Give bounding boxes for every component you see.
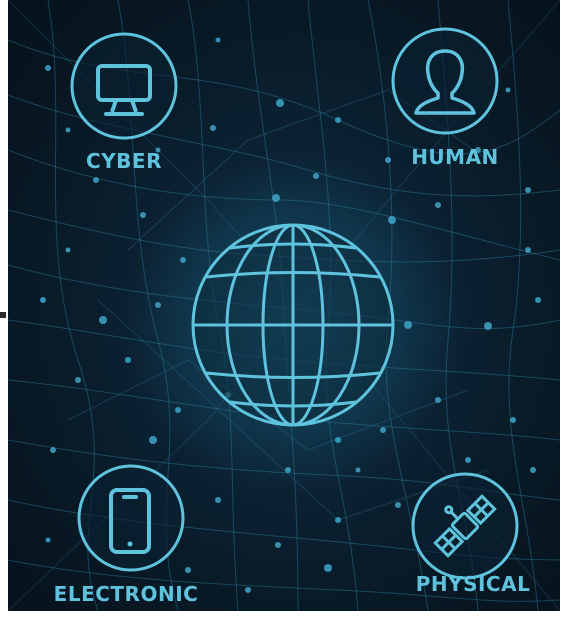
network-dot xyxy=(175,407,181,413)
network-dot xyxy=(525,187,531,193)
network-dot xyxy=(465,457,471,463)
network-dot xyxy=(285,467,291,473)
network-dot xyxy=(215,37,221,43)
human-ring xyxy=(391,27,499,135)
network-dot xyxy=(385,157,391,163)
network-illustration: CYBER HUMAN ELECTRONIC PHYSICAL xyxy=(8,0,560,611)
network-dot xyxy=(99,316,107,324)
network-dot xyxy=(335,517,341,523)
network-dot xyxy=(149,436,157,444)
electronic-label: ELECTRONIC xyxy=(54,582,199,606)
network-dot xyxy=(45,65,51,71)
electronic-node: ELECTRONIC xyxy=(54,464,199,606)
physical-ring xyxy=(411,472,519,580)
network-dot xyxy=(272,194,280,202)
network-dot xyxy=(185,567,191,573)
human-node: HUMAN xyxy=(391,27,499,169)
network-dot xyxy=(525,247,531,253)
edge-marker xyxy=(0,312,6,318)
network-dot xyxy=(510,417,516,423)
network-dot xyxy=(75,377,81,383)
network-dot xyxy=(388,216,396,224)
network-dot xyxy=(45,537,51,543)
network-dot xyxy=(324,564,332,572)
network-dot xyxy=(505,87,511,93)
cyber-label: CYBER xyxy=(86,149,162,173)
network-dot xyxy=(530,467,536,473)
network-dot xyxy=(65,127,71,133)
network-dot xyxy=(380,427,386,433)
network-dot xyxy=(313,173,319,179)
network-dot xyxy=(140,212,146,218)
network-dot xyxy=(210,125,216,131)
network-dot xyxy=(335,117,341,123)
network-dot xyxy=(50,447,56,453)
physical-label: PHYSICAL xyxy=(416,572,531,596)
network-dot xyxy=(535,297,541,303)
network-dot xyxy=(155,302,161,308)
cyber-node: CYBER xyxy=(70,32,178,173)
network-dot xyxy=(395,502,401,508)
network-dot xyxy=(40,297,46,303)
network-dot xyxy=(93,177,99,183)
illustration-frame: CYBER HUMAN ELECTRONIC PHYSICAL xyxy=(8,0,560,611)
cyber-ring xyxy=(70,32,178,140)
network-dot xyxy=(404,321,412,329)
network-dot xyxy=(180,257,186,263)
network-dot xyxy=(125,357,131,363)
network-dot xyxy=(65,247,71,253)
network-dot xyxy=(335,437,341,443)
network-dot xyxy=(355,467,361,473)
physical-node: PHYSICAL xyxy=(411,472,531,596)
network-dot xyxy=(435,202,441,208)
electronic-ring xyxy=(77,464,185,572)
network-dot xyxy=(215,497,221,503)
network-dot xyxy=(484,322,492,330)
globe-icon xyxy=(191,223,395,427)
network-dot xyxy=(245,587,251,593)
network-dot xyxy=(276,99,284,107)
human-label: HUMAN xyxy=(411,145,499,169)
network-dot xyxy=(275,542,281,548)
network-dot xyxy=(435,397,441,403)
